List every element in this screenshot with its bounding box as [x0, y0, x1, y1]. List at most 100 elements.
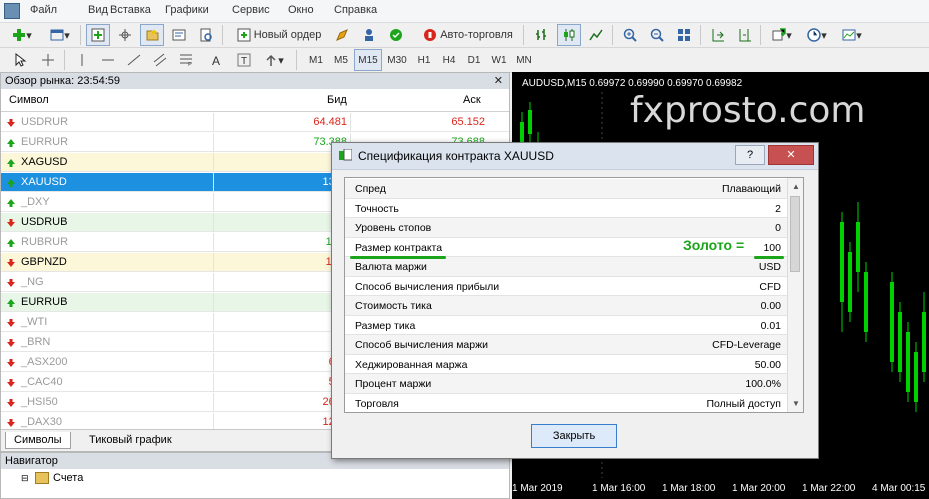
- data-window-icon[interactable]: [113, 24, 137, 46]
- arrow-down-icon: [7, 258, 15, 267]
- autotrading-button[interactable]: Авто-торговля: [410, 24, 526, 46]
- candle-body: [906, 332, 910, 392]
- close-icon[interactable]: ✕: [494, 74, 503, 87]
- symbol-row[interactable]: USDRUR 64.481 65.152: [1, 113, 509, 132]
- candle-body: [890, 282, 894, 362]
- menu-tools[interactable]: Сервис: [232, 4, 270, 16]
- line-chart-icon[interactable]: [584, 24, 608, 46]
- column-divider: [213, 393, 214, 412]
- timeframe-m15-button[interactable]: M15: [354, 49, 382, 71]
- new-chart-button[interactable]: ▾: [4, 24, 40, 46]
- candle-body: [864, 272, 868, 332]
- symbol-name: XAGUSD: [21, 156, 68, 168]
- navigator-accounts[interactable]: Счета: [53, 472, 83, 484]
- scrollbar[interactable]: ▲ ▼: [787, 178, 803, 412]
- column-divider: [213, 213, 214, 232]
- timeframe-m1-button[interactable]: M1: [304, 49, 328, 71]
- profiles-button[interactable]: ▾: [44, 24, 76, 46]
- menu-view[interactable]: Вид: [88, 4, 108, 16]
- tile-windows-icon[interactable]: [672, 24, 696, 46]
- ask-value: 65.152: [451, 116, 485, 128]
- symbol-name: _DXY: [21, 196, 50, 208]
- timeframe-d1-button[interactable]: D1: [462, 49, 486, 71]
- column-bid[interactable]: Бид: [327, 94, 347, 106]
- cursor-icon[interactable]: [8, 49, 32, 71]
- folder-icon: [35, 472, 49, 484]
- strategy-tester-icon[interactable]: [194, 24, 218, 46]
- symbol-name: RUBRUR: [21, 236, 69, 248]
- trendline-icon[interactable]: [122, 49, 146, 71]
- spec-value: 2: [775, 202, 781, 215]
- metaeditor-icon[interactable]: [330, 24, 354, 46]
- arrow-up-icon: [7, 298, 15, 307]
- arrow-up-icon: [7, 178, 15, 187]
- dialog-close-button[interactable]: ✕: [768, 145, 814, 165]
- zoom-out-icon[interactable]: [645, 24, 669, 46]
- timeframe-h1-button[interactable]: H1: [412, 49, 436, 71]
- spec-value: CFD: [759, 280, 781, 293]
- time-label: 1 Mar 16:00: [592, 483, 646, 494]
- tab-symbols[interactable]: Символы: [5, 432, 71, 449]
- market-watch-toggle-icon[interactable]: [86, 24, 110, 46]
- spec-row: Торговля Полный доступ: [345, 394, 789, 413]
- indicators-icon[interactable]: ▾: [766, 24, 798, 46]
- menu-window[interactable]: Окно: [288, 4, 314, 16]
- chart-shift-icon[interactable]: [733, 24, 757, 46]
- periods-clock-icon[interactable]: ▾: [801, 24, 833, 46]
- spec-key: Процент маржи: [355, 378, 432, 390]
- signals-icon[interactable]: [357, 24, 381, 46]
- column-divider: [213, 293, 214, 312]
- menu-file[interactable]: Файл: [30, 4, 57, 16]
- timeframe-m5-button[interactable]: M5: [329, 49, 353, 71]
- text-icon[interactable]: A: [205, 49, 229, 71]
- arrows-icon[interactable]: ▾: [258, 49, 290, 71]
- market-icon[interactable]: [384, 24, 408, 46]
- templates-icon[interactable]: ▾: [836, 24, 868, 46]
- horizontal-line-icon[interactable]: [96, 49, 120, 71]
- timeframe-w1-button[interactable]: W1: [487, 49, 511, 71]
- spec-value: 50.00: [754, 358, 781, 371]
- timeframe-h4-button[interactable]: H4: [437, 49, 461, 71]
- spec-key: Валюта маржи: [355, 261, 427, 273]
- menu-charts[interactable]: Графики: [165, 4, 209, 16]
- zoom-in-icon[interactable]: [618, 24, 642, 46]
- close-button[interactable]: Закрыть: [531, 424, 617, 448]
- scroll-up-icon[interactable]: ▲: [792, 182, 800, 191]
- new-order-button[interactable]: Новый ордер: [228, 24, 330, 46]
- app-icon: [4, 3, 20, 19]
- vertical-line-icon[interactable]: [70, 49, 94, 71]
- terminal-icon[interactable]: [167, 24, 191, 46]
- symbol-name: USDRUR: [21, 116, 69, 128]
- symbol-name: EURRUB: [21, 296, 68, 308]
- expand-icon[interactable]: ⊟: [21, 473, 29, 484]
- help-button[interactable]: ?: [735, 145, 765, 165]
- tab-tick-chart[interactable]: Тиковый график: [81, 432, 180, 448]
- candle-body: [898, 312, 902, 372]
- scroll-thumb[interactable]: [790, 196, 800, 272]
- annotation-underline-right: [754, 256, 784, 259]
- scroll-down-icon[interactable]: ▼: [792, 399, 800, 408]
- spec-key: Уровень стопов: [355, 222, 432, 234]
- autoscroll-icon[interactable]: [706, 24, 730, 46]
- chart-title: AUDUSD,M15 0.69972 0.69990 0.69970 0.699…: [522, 78, 743, 89]
- timeframe-mn-button[interactable]: MN: [512, 49, 536, 71]
- standard-toolbar: ▾ ▾ Новый ордер Авто-торговля ▾ ▾ ▾: [0, 23, 929, 48]
- column-symbol[interactable]: Символ: [9, 94, 49, 106]
- new-order-label: Новый ордер: [253, 29, 322, 41]
- crosshair-icon[interactable]: [36, 49, 60, 71]
- column-ask[interactable]: Аск: [463, 94, 481, 106]
- candlestick-icon[interactable]: [557, 24, 581, 46]
- spec-value: 0.00: [760, 300, 781, 312]
- menu-help[interactable]: Справка: [334, 4, 377, 16]
- text-label-icon[interactable]: T: [232, 49, 256, 71]
- channel-icon[interactable]: [148, 49, 172, 71]
- time-label: 4 Mar 00:15: [872, 483, 926, 494]
- navigator-icon[interactable]: [140, 24, 164, 46]
- spec-value: Плавающий: [721, 183, 781, 195]
- column-divider: [213, 373, 214, 392]
- fibonacci-icon[interactable]: F: [174, 49, 198, 71]
- bar-chart-icon[interactable]: [530, 24, 554, 46]
- timeframe-m30-button[interactable]: M30: [383, 49, 411, 71]
- menu-insert[interactable]: Вставка: [110, 4, 151, 16]
- column-divider: [213, 193, 214, 212]
